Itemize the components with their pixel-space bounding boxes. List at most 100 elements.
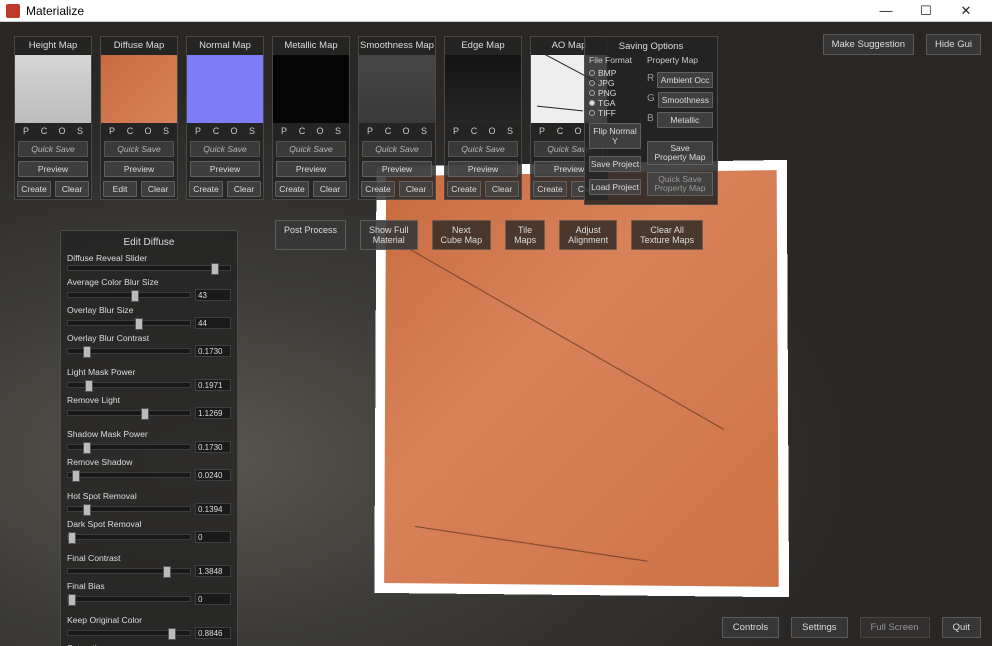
slider-value-3[interactable]: 0.1971 bbox=[195, 379, 231, 391]
pcos-s[interactable]: S bbox=[73, 126, 87, 136]
map-thumbnail-metallic[interactable] bbox=[273, 55, 349, 123]
slider-value-5[interactable]: 0.1730 bbox=[195, 441, 231, 453]
property-g-button[interactable]: Smoothness bbox=[658, 92, 713, 108]
pcos-o[interactable]: O bbox=[571, 126, 585, 136]
slider-3[interactable] bbox=[67, 382, 191, 388]
slider-value-10[interactable]: 0 bbox=[195, 593, 231, 605]
tile-maps-button[interactable]: TileMaps bbox=[505, 220, 545, 250]
file-format-radio-tga[interactable]: TGA bbox=[589, 98, 641, 108]
preview-edge[interactable]: Preview bbox=[448, 161, 518, 177]
hide-gui-button[interactable]: Hide Gui bbox=[926, 34, 981, 55]
pcos-o[interactable]: O bbox=[399, 126, 413, 136]
pcos-p[interactable]: P bbox=[449, 126, 463, 136]
make-suggestion-button[interactable]: Make Suggestion bbox=[823, 34, 914, 55]
preview-diffuse[interactable]: Preview bbox=[104, 161, 174, 177]
clear-metallic-button[interactable]: Clear bbox=[313, 181, 347, 197]
pcos-c[interactable]: C bbox=[467, 126, 481, 136]
create-height-button[interactable]: Create bbox=[17, 181, 51, 197]
create-metallic-button[interactable]: Create bbox=[275, 181, 309, 197]
slider-value-9[interactable]: 1.3848 bbox=[195, 565, 231, 577]
save-property-map-button[interactable]: Save Property Map bbox=[647, 141, 713, 165]
pcos-c[interactable]: C bbox=[381, 126, 395, 136]
slider-1[interactable] bbox=[67, 320, 191, 326]
pcos-p[interactable]: P bbox=[535, 126, 549, 136]
file-format-radio-png[interactable]: PNG bbox=[589, 88, 641, 98]
slider-5[interactable] bbox=[67, 444, 191, 450]
quick-save-smoothness[interactable]: Quick Save bbox=[362, 141, 432, 157]
slider-value-2[interactable]: 0.1730 bbox=[195, 345, 231, 357]
window-close-button[interactable]: ✕ bbox=[946, 1, 986, 21]
window-maximize-button[interactable]: ☐ bbox=[906, 1, 946, 21]
quick-save-normal[interactable]: Quick Save bbox=[190, 141, 260, 157]
controls-button[interactable]: Controls bbox=[722, 617, 779, 638]
window-minimize-button[interactable]: — bbox=[866, 1, 906, 21]
clear-smoothness-button[interactable]: Clear bbox=[399, 181, 433, 197]
clear-all-texture-maps-button[interactable]: Clear AllTexture Maps bbox=[631, 220, 703, 250]
pcos-s[interactable]: S bbox=[245, 126, 259, 136]
create-ao-button[interactable]: Create bbox=[533, 181, 567, 197]
slider-4[interactable] bbox=[67, 410, 191, 416]
post-process-button[interactable]: Post Process bbox=[275, 220, 346, 250]
pcos-s[interactable]: S bbox=[417, 126, 431, 136]
pcos-c[interactable]: C bbox=[37, 126, 51, 136]
map-thumbnail-height[interactable] bbox=[15, 55, 91, 123]
pcos-o[interactable]: O bbox=[485, 126, 499, 136]
settings-button[interactable]: Settings bbox=[791, 617, 847, 638]
pcos-c[interactable]: C bbox=[209, 126, 223, 136]
file-format-radio-jpg[interactable]: JPG bbox=[589, 78, 641, 88]
pcos-p[interactable]: P bbox=[363, 126, 377, 136]
pcos-o[interactable]: O bbox=[55, 126, 69, 136]
file-format-radio-tiff[interactable]: TIFF bbox=[589, 108, 641, 118]
quick-save-diffuse[interactable]: Quick Save bbox=[104, 141, 174, 157]
diffuse-reveal-slider[interactable] bbox=[67, 265, 231, 271]
slider-8[interactable] bbox=[67, 534, 191, 540]
clear-edge-button[interactable]: Clear bbox=[485, 181, 519, 197]
slider-7[interactable] bbox=[67, 506, 191, 512]
save-project-button[interactable]: Save Project bbox=[589, 156, 641, 172]
quick-save-property-map-button[interactable]: Quick Save Property Map bbox=[647, 172, 713, 196]
full-screen-button[interactable]: Full Screen bbox=[860, 617, 930, 638]
clear-normal-button[interactable]: Clear bbox=[227, 181, 261, 197]
pcos-o[interactable]: O bbox=[313, 126, 327, 136]
clear-diffuse-button[interactable]: Clear bbox=[141, 181, 175, 197]
flip-normal-y-button[interactable]: Flip Normal Y bbox=[589, 123, 641, 149]
map-thumbnail-diffuse[interactable] bbox=[101, 55, 177, 123]
pcos-o[interactable]: O bbox=[141, 126, 155, 136]
quick-save-edge[interactable]: Quick Save bbox=[448, 141, 518, 157]
property-b-button[interactable]: Metallic bbox=[657, 112, 713, 128]
map-thumbnail-normal[interactable] bbox=[187, 55, 263, 123]
slider-11[interactable] bbox=[67, 630, 191, 636]
property-r-button[interactable]: Ambient Occ bbox=[657, 72, 713, 88]
adjust-alignment-button[interactable]: AdjustAlignment bbox=[559, 220, 617, 250]
create-smoothness-button[interactable]: Create bbox=[361, 181, 395, 197]
edit-diffuse-button[interactable]: Edit bbox=[103, 181, 137, 197]
pcos-s[interactable]: S bbox=[159, 126, 173, 136]
create-normal-button[interactable]: Create bbox=[189, 181, 223, 197]
slider-value-7[interactable]: 0.1394 bbox=[195, 503, 231, 515]
pcos-p[interactable]: P bbox=[191, 126, 205, 136]
slider-value-6[interactable]: 0.0240 bbox=[195, 469, 231, 481]
preview-smoothness[interactable]: Preview bbox=[362, 161, 432, 177]
slider-value-4[interactable]: 1.1269 bbox=[195, 407, 231, 419]
preview-metallic[interactable]: Preview bbox=[276, 161, 346, 177]
clear-height-button[interactable]: Clear bbox=[55, 181, 89, 197]
slider-value-8[interactable]: 0 bbox=[195, 531, 231, 543]
slider-value-11[interactable]: 0.8846 bbox=[195, 627, 231, 639]
pcos-o[interactable]: O bbox=[227, 126, 241, 136]
load-project-button[interactable]: Load Project bbox=[589, 179, 641, 195]
slider-6[interactable] bbox=[67, 472, 191, 478]
preview-height[interactable]: Preview bbox=[18, 161, 88, 177]
show-full-material-button[interactable]: Show FullMaterial bbox=[360, 220, 418, 250]
pcos-c[interactable]: C bbox=[295, 126, 309, 136]
slider-9[interactable] bbox=[67, 568, 191, 574]
pcos-p[interactable]: P bbox=[277, 126, 291, 136]
slider-2[interactable] bbox=[67, 348, 191, 354]
pcos-c[interactable]: C bbox=[123, 126, 137, 136]
pcos-s[interactable]: S bbox=[331, 126, 345, 136]
quick-save-metallic[interactable]: Quick Save bbox=[276, 141, 346, 157]
create-edge-button[interactable]: Create bbox=[447, 181, 481, 197]
slider-10[interactable] bbox=[67, 596, 191, 602]
viewport[interactable]: Make Suggestion Hide Gui Height MapPCOSQ… bbox=[0, 22, 992, 646]
preview-normal[interactable]: Preview bbox=[190, 161, 260, 177]
map-thumbnail-edge[interactable] bbox=[445, 55, 521, 123]
